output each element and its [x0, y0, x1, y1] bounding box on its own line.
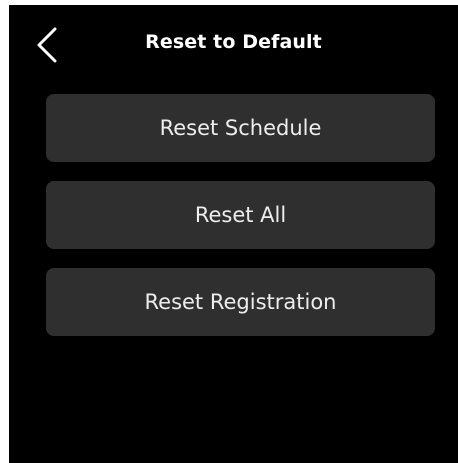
device-screen: Reset to Default Reset Schedule Reset Al… [9, 5, 458, 463]
reset-schedule-button[interactable]: Reset Schedule [46, 94, 435, 162]
page-title: Reset to Default [145, 31, 322, 53]
reset-all-button[interactable]: Reset All [46, 181, 435, 249]
reset-registration-button[interactable]: Reset Registration [46, 268, 435, 336]
reset-registration-label: Reset Registration [144, 290, 337, 314]
header: Reset to Default [9, 5, 458, 85]
reset-all-label: Reset All [194, 203, 287, 227]
reset-schedule-label: Reset Schedule [159, 116, 322, 140]
